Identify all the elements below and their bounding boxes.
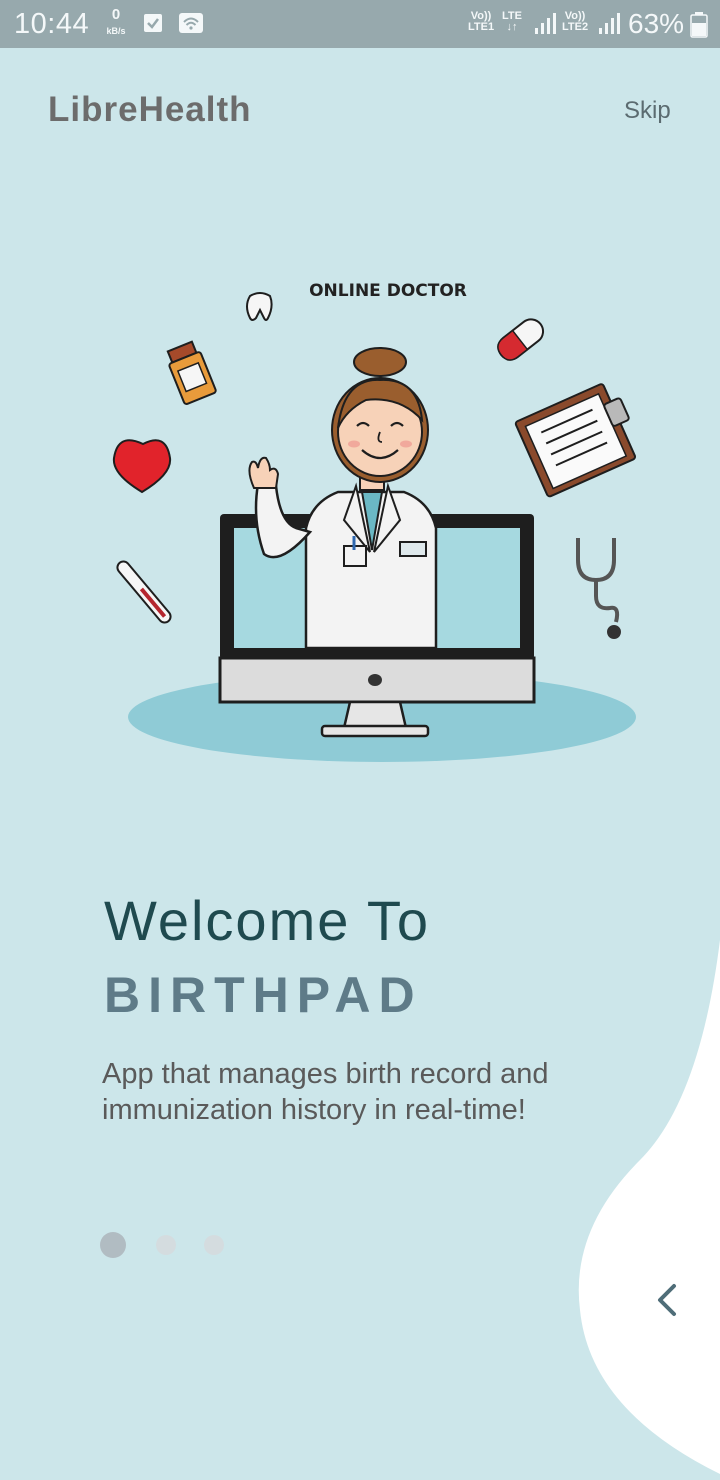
battery-icon xyxy=(690,12,708,38)
thermometer-icon xyxy=(116,560,172,624)
signal-strength-icon xyxy=(535,13,556,34)
medicine-bottle-icon xyxy=(166,340,217,405)
stethoscope-icon xyxy=(576,538,621,639)
heart-icon xyxy=(112,439,172,494)
battery-percentage: 63% xyxy=(628,8,685,39)
app-brand-logo: LibreHealth xyxy=(48,90,252,129)
signal-strength-icon xyxy=(599,13,620,34)
chevron-left-icon[interactable] xyxy=(640,1272,696,1328)
app-name-heading: BIRTHPAD xyxy=(104,967,423,1023)
skip-button[interactable]: Skip xyxy=(624,97,671,125)
lte1-indicator: Vo)) LTE1 xyxy=(468,10,495,33)
checkbox-notification-icon xyxy=(144,14,162,32)
illustration-caption: ONLINE DOCTOR xyxy=(309,281,467,301)
pill-capsule-icon xyxy=(497,318,545,361)
app-description: App that manages birth record and immuni… xyxy=(102,1058,549,1126)
page-dot[interactable] xyxy=(204,1235,224,1255)
tooth-icon xyxy=(246,292,273,321)
welcome-heading: Welcome To xyxy=(104,889,431,952)
lte2-indicator: Vo)) LTE2 xyxy=(562,10,589,33)
lte-data-indicator: LTE ↓↑ xyxy=(502,10,522,33)
page-dot[interactable] xyxy=(156,1235,176,1255)
page-dot-active[interactable] xyxy=(100,1232,126,1258)
network-speed-value: 0 xyxy=(111,6,121,23)
status-bar: 10:44 0 kB/s Vo)) LTE1 LTE ↓↑ Vo)) LTE2 … xyxy=(0,0,720,48)
clipboard-icon xyxy=(514,383,636,498)
online-doctor-illustration: ONLINE DOCTOR xyxy=(112,281,636,762)
network-speed: 0 kB/s xyxy=(102,6,130,36)
status-time: 10:44 xyxy=(14,8,90,40)
wifi-icon xyxy=(179,13,203,33)
network-speed-unit: kB/s xyxy=(106,26,126,36)
